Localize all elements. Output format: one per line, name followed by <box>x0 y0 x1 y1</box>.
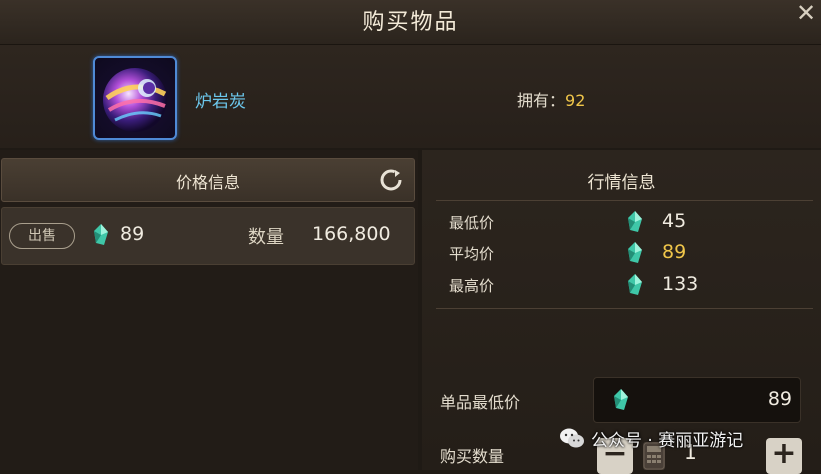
buy-quantity-label: 购买数量 <box>440 447 505 466</box>
watermark: 公众号 · 赛丽亚游记 <box>559 424 743 452</box>
unit-lowest-value: 89 <box>767 388 792 410</box>
item-icon[interactable] <box>93 56 177 140</box>
stat-label-max: 最高价 <box>449 277 495 295</box>
unit-lowest-label: 单品最低价 <box>440 393 521 412</box>
stat-value-min: 45 <box>662 210 687 232</box>
owned-count: 拥有：92 <box>517 87 585 111</box>
price-info-panel: 价格信息 出售 89 数量 166,800 <box>0 150 418 470</box>
stat-label-min: 最低价 <box>449 214 495 232</box>
unit-lowest-field: 89 <box>593 377 801 423</box>
dialog-title: 购买物品 <box>362 10 459 35</box>
quantity-label: 数量 <box>248 227 284 248</box>
owned-value: 92 <box>565 91 586 110</box>
market-info-panel: 行情信息 最低价 45 平均价 89 最高价 133 单品最低价 89 购买数量… <box>422 150 821 474</box>
listing-row[interactable]: 出售 89 数量 166,800 <box>1 207 415 265</box>
stat-value-max: 133 <box>662 273 699 295</box>
divider <box>436 308 813 309</box>
increase-quantity-button[interactable]: + <box>766 438 802 474</box>
price-info-title: 价格信息 <box>175 173 240 192</box>
market-info-title: 行情信息 <box>587 173 656 193</box>
stat-label-avg: 平均价 <box>449 245 495 263</box>
title-bar: 购买物品 ✕ <box>0 0 821 45</box>
sell-badge[interactable]: 出售 <box>9 223 75 249</box>
gem-icon <box>94 224 108 245</box>
item-header: 炉岩炭 拥有：92 <box>0 45 821 148</box>
gem-icon <box>628 211 642 232</box>
gem-icon <box>614 389 628 410</box>
refresh-icon[interactable] <box>378 167 404 193</box>
close-icon[interactable]: ✕ <box>795 1 817 25</box>
owned-label: 拥有： <box>517 91 566 110</box>
gem-icon <box>628 274 642 295</box>
watermark-text: 公众号 · 赛丽亚游记 <box>591 430 744 451</box>
wechat-icon <box>560 428 584 448</box>
price-info-header: 价格信息 <box>1 158 415 202</box>
listing-price: 89 <box>120 223 145 245</box>
stat-value-avg: 89 <box>662 241 687 263</box>
gem-icon <box>628 242 642 263</box>
item-name: 炉岩炭 <box>195 92 246 112</box>
divider <box>436 200 813 201</box>
quantity-value: 166,800 <box>312 223 391 245</box>
orb-icon <box>103 68 167 132</box>
